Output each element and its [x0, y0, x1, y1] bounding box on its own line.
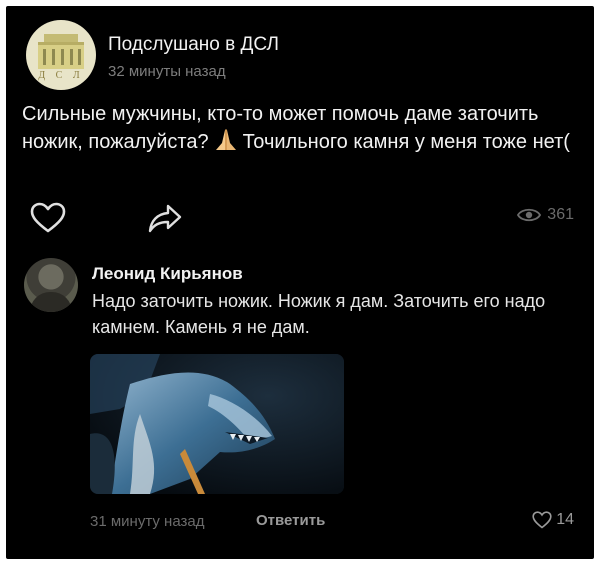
reply-button[interactable]: Ответить [256, 512, 325, 529]
comment-likes-count: 14 [556, 511, 574, 528]
eye-icon [517, 208, 542, 222]
comment-image[interactable] [90, 354, 344, 494]
group-avatar[interactable]: Д С Л [26, 20, 96, 90]
post-timestamp: 32 минуты назад [108, 63, 226, 80]
comment-text: Надо заточить ножик. Ножик я дам. Заточи… [92, 291, 546, 337]
avatar-building [38, 42, 84, 69]
praying-hands-icon [215, 129, 236, 150]
post-text-tail: Точильного камня у меня тоже нет( [242, 131, 570, 153]
views-count: 361 [547, 206, 574, 223]
post-text: Сильные мужчины, кто-то может помочь дам… [22, 100, 578, 156]
heart-icon [532, 511, 552, 529]
avatar-silhouette [30, 292, 72, 312]
comment-timestamp: 31 минуту назад [90, 513, 205, 530]
commenter-name[interactable]: Леонид Кирьянов [92, 264, 243, 284]
avatar-letters: Д С Л [38, 70, 84, 81]
group-name[interactable]: Подслушано в ДСЛ [108, 34, 279, 56]
share-arrow-icon[interactable] [147, 203, 183, 233]
comment-like-button[interactable]: 14 [532, 511, 574, 529]
creature-illustration [90, 354, 344, 494]
commenter-avatar[interactable] [24, 258, 78, 312]
heart-icon[interactable] [30, 202, 66, 234]
views-counter: 361 [517, 206, 574, 224]
post-card: Д С Л Подслушано в ДСЛ 32 минуты назад С… [6, 6, 594, 559]
avatar-building-roof [44, 34, 78, 42]
